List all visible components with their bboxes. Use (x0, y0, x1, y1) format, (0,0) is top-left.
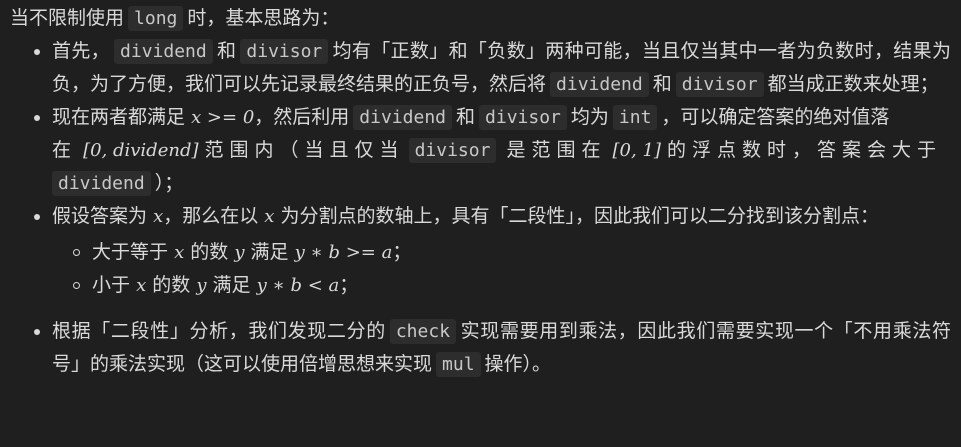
math-formula: x (264, 206, 275, 227)
inline-code: dividend (550, 72, 649, 97)
text: 满足 (212, 274, 251, 296)
text: ，可以确定答案的绝对值落 (661, 106, 890, 128)
text: 小于 (92, 274, 131, 296)
math-formula: [0, 1] (612, 140, 661, 161)
list-item-sign: 首先， dividend 和 divisor 均有「正数」和「负数」两种可能，当且仅当其… (10, 35, 951, 101)
text: 假设答案为 (52, 205, 148, 227)
text: 范围内（当且仅当 (204, 139, 405, 161)
text: 都当成正数来处理； (767, 73, 939, 95)
inline-code: dividend (114, 39, 213, 64)
math-formula: x >= 0 (191, 107, 255, 128)
math-formula: y (196, 275, 207, 296)
text: 均为 (570, 106, 609, 128)
text: 操作）。 (484, 353, 552, 375)
math-formula: x (153, 206, 164, 227)
text: 的数 (190, 241, 229, 263)
text: 根据「二段性」分析，我们发现二分的 (52, 320, 386, 342)
inline-code: divisor (675, 72, 764, 97)
text: 首先， (52, 40, 111, 62)
inline-code: divisor (408, 138, 497, 163)
list-item-binary-split: 假设答案为 x，那么在以 x 为分割点的数轴上，具有「二段性」，因此我们可以二分… (10, 200, 951, 302)
main-list: 首先， dividend 和 divisor 均有「正数」和「负数」两种可能，当且仅当其… (10, 35, 951, 381)
sub-item-less: 小于 x 的数 y 满足 y ∗ b < a； (52, 269, 951, 302)
inline-code: mul (436, 352, 481, 377)
math-formula: x (174, 242, 185, 263)
text: 的浮点数时，答案会大于 (666, 139, 942, 161)
text: ； (392, 241, 412, 263)
math-formula: y ∗ b < a (256, 275, 340, 296)
math-formula: [0, dividend] (83, 140, 199, 161)
text: 和 (456, 106, 476, 128)
intro-text-end: 时，基本思路为： (187, 7, 340, 29)
math-formula: y ∗ b >= a (294, 242, 393, 263)
text: 为分割点的数轴上，具有「二段性」，因此我们可以二分找到该分割点： (280, 205, 879, 227)
intro-text: 当不限制使用 (10, 7, 125, 29)
text: 现在两者都满足 (52, 106, 186, 128)
text: 是范围在 (506, 139, 607, 161)
text: 的数 (152, 274, 191, 296)
text: ； (339, 274, 359, 296)
math-formula: y (234, 242, 245, 263)
math-formula: x (136, 275, 147, 296)
intro-paragraph: 当不限制使用 long 时，基本思路为： (10, 2, 951, 35)
sub-item-greater: 大于等于 x 的数 y 满足 y ∗ b >= a； (52, 236, 951, 269)
text: 大于等于 (92, 241, 169, 263)
inline-code: check (389, 319, 457, 344)
text: ，那么在以 (163, 205, 259, 227)
inline-code: dividend (353, 105, 452, 130)
list-item-range: 现在两者都满足 x >= 0，然后利用 dividend 和 divisor 均为 int… (10, 101, 951, 200)
text: 满足 (250, 241, 289, 263)
inline-code: divisor (479, 105, 567, 130)
text: 和 (216, 40, 237, 62)
inline-code: divisor (240, 39, 329, 64)
text: 和 (652, 73, 672, 95)
text: 在 (52, 139, 78, 161)
document-body: 当不限制使用 long 时，基本思路为： 首先， dividend 和 divisor 均有… (0, 0, 961, 447)
inline-code-long: long (128, 6, 184, 31)
inline-code: dividend (52, 171, 151, 196)
list-item-multiplication: 根据「二段性」分析，我们发现二分的 check 实现需要用到乘法，因此我们需要实现一… (10, 315, 951, 381)
inline-code: int (612, 105, 658, 130)
text: ）； (154, 172, 184, 194)
sub-list: 大于等于 x 的数 y 满足 y ∗ b >= a； 小于 x 的数 y 满足 … (52, 236, 951, 302)
text: ，然后利用 (254, 106, 350, 128)
